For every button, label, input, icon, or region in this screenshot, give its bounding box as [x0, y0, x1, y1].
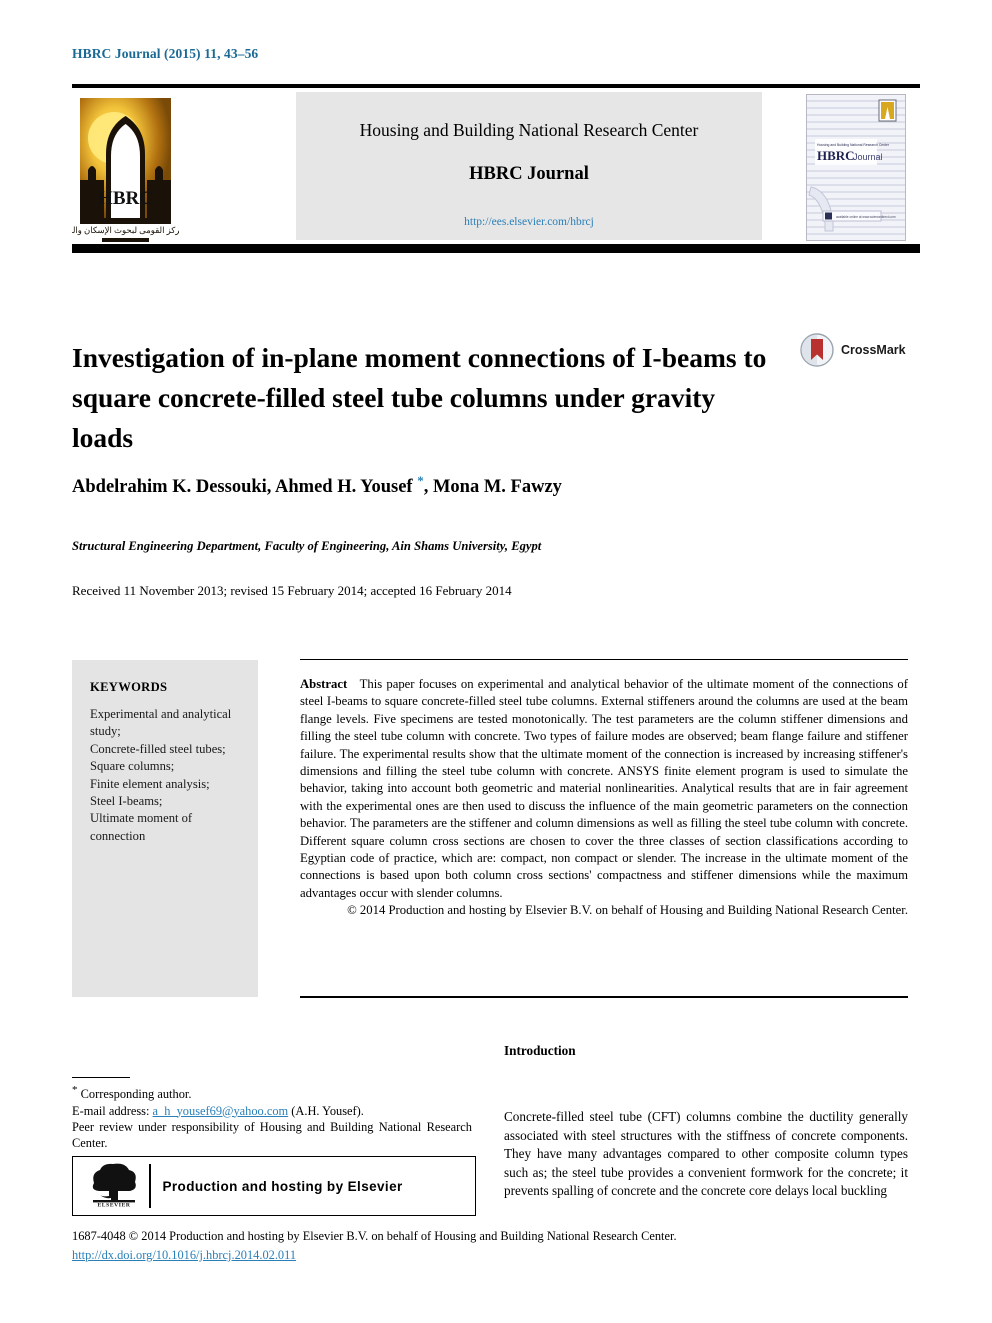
- svg-text:Journal: Journal: [853, 152, 883, 162]
- keyword-item: Finite element analysis;: [90, 776, 210, 791]
- footnote-block: * Corresponding author. E-mail address: …: [72, 1082, 472, 1152]
- keywords-box: KEYWORDS Experimental and analytical stu…: [72, 660, 258, 997]
- crossmark-label: CrossMark: [841, 343, 906, 357]
- footnote-email-label: E-mail address:: [72, 1103, 150, 1118]
- abstract-copyright: © 2014 Production and hosting by Elsevie…: [347, 903, 908, 918]
- masthead-rule-bottom: [72, 244, 920, 253]
- keywords-heading: KEYWORDS: [90, 680, 168, 694]
- footer-issn-line: 1687-4048 © 2014 Production and hosting …: [72, 1229, 677, 1243]
- svg-text:المركز القومى لبحوث الإسكان وا: المركز القومى لبحوث الإسكان والبناء: [72, 225, 179, 236]
- author-affiliation: Structural Engineering Department, Facul…: [72, 539, 542, 553]
- journal-cover-graphic: Housing and Building National Research C…: [807, 95, 905, 240]
- keyword-item: Steel I-beams;: [90, 794, 163, 809]
- abstract-rule-bottom: [300, 996, 908, 998]
- article-page: HBRC Journal (2015) 11, 43–56 HBRC ركز ا…: [0, 0, 992, 1323]
- svg-text:Housing and Building National: Housing and Building National Research C…: [817, 143, 890, 147]
- crossmark-icon: [800, 333, 834, 367]
- keyword-item: Experimental and analytical study;: [90, 707, 232, 739]
- abstract-heading: Abstract: [300, 677, 348, 691]
- svg-text:available online at www.scienc: available online at www.sciencedirect.co…: [836, 215, 896, 219]
- running-head: HBRC Journal (2015) 11, 43–56: [72, 46, 259, 61]
- masthead-rule-top: [72, 84, 920, 88]
- footnote-email-link[interactable]: a_h_yousef69@yahoo.com: [153, 1104, 289, 1118]
- footnote-peer-review: Peer review under responsibility of Hous…: [72, 1119, 472, 1151]
- article-history: Received 11 November 2013; revised 15 Fe…: [72, 583, 512, 598]
- elsevier-tree-icon: ELSEVIER: [92, 1163, 136, 1208]
- crossmark-badge[interactable]: CrossMark: [800, 330, 920, 370]
- elsevier-logo: ELSEVIER: [83, 1161, 145, 1212]
- journal-masthead: HBRC المركز القومى لبحوث الإسكان والبناء…: [72, 84, 920, 253]
- masthead-organization: Housing and Building National Research C…: [359, 120, 699, 140]
- elsevier-divider: [149, 1164, 151, 1208]
- author-list: Abdelrahim K. Dessouki, Ahmed H. Yousef …: [72, 473, 892, 498]
- footnote-email-owner: (A.H. Yousef).: [291, 1103, 364, 1118]
- journal-cover-thumbnail: Housing and Building National Research C…: [806, 94, 906, 241]
- elsevier-hosting-box: ELSEVIER Production and hosting by Elsev…: [72, 1156, 476, 1216]
- keywords-list: Experimental and analytical study; Concr…: [90, 706, 242, 845]
- footnote-star-marker: *: [72, 1084, 78, 1096]
- masthead-body: HBRC المركز القومى لبحوث الإسكان والبناء…: [72, 92, 920, 242]
- svg-text:HBRC: HBRC: [98, 188, 153, 209]
- footnote-corresponding: * Corresponding author.: [72, 1082, 472, 1103]
- author-names-lead: Abdelrahim K. Dessouki, Ahmed H. Yousef: [72, 477, 418, 498]
- svg-text:HBRC: HBRC: [817, 148, 855, 163]
- elsevier-caption: Production and hosting by Elsevier: [162, 1178, 403, 1194]
- keyword-item: Ultimate moment of connection: [90, 811, 193, 843]
- keyword-item: Square columns;: [90, 759, 175, 774]
- hbrc-logo: HBRC المركز القومى لبحوث الإسكان والبناء: [72, 92, 179, 242]
- abstract-rule-top: [300, 659, 908, 660]
- footnote-corresponding-text: Corresponding author.: [80, 1087, 192, 1102]
- abstract-body: This paper focuses on experimental and a…: [300, 677, 908, 900]
- keyword-item: Concrete-filled steel tubes;: [90, 741, 226, 756]
- introduction-body: Concrete-filled steel tube (CFT) columns…: [504, 1109, 908, 1199]
- masthead-center-block: Housing and Building National Research C…: [296, 92, 762, 240]
- footer-doi-link[interactable]: http://dx.doi.org/10.1016/j.hbrcj.2014.0…: [72, 1248, 922, 1263]
- footnote-email: E-mail address: a_h_yousef69@yahoo.com (…: [72, 1103, 472, 1119]
- masthead-journal-title: HBRC Journal: [469, 164, 589, 184]
- page-title: Investigation of in-plane moment connect…: [72, 342, 767, 454]
- masthead-journal-url[interactable]: http://ees.elsevier.com/hbrcj: [296, 216, 762, 228]
- hbrc-logo-graphic: HBRC المركز القومى لبحوث الإسكان والبناء: [72, 98, 179, 242]
- footnote-divider: [72, 1077, 130, 1078]
- abstract-block: Abstract This paper focuses on experimen…: [300, 676, 908, 920]
- author-names-tail: , Mona M. Fawzy: [423, 477, 562, 498]
- svg-text:ELSEVIER: ELSEVIER: [97, 1202, 130, 1207]
- introduction-heading: Introduction: [504, 1043, 576, 1058]
